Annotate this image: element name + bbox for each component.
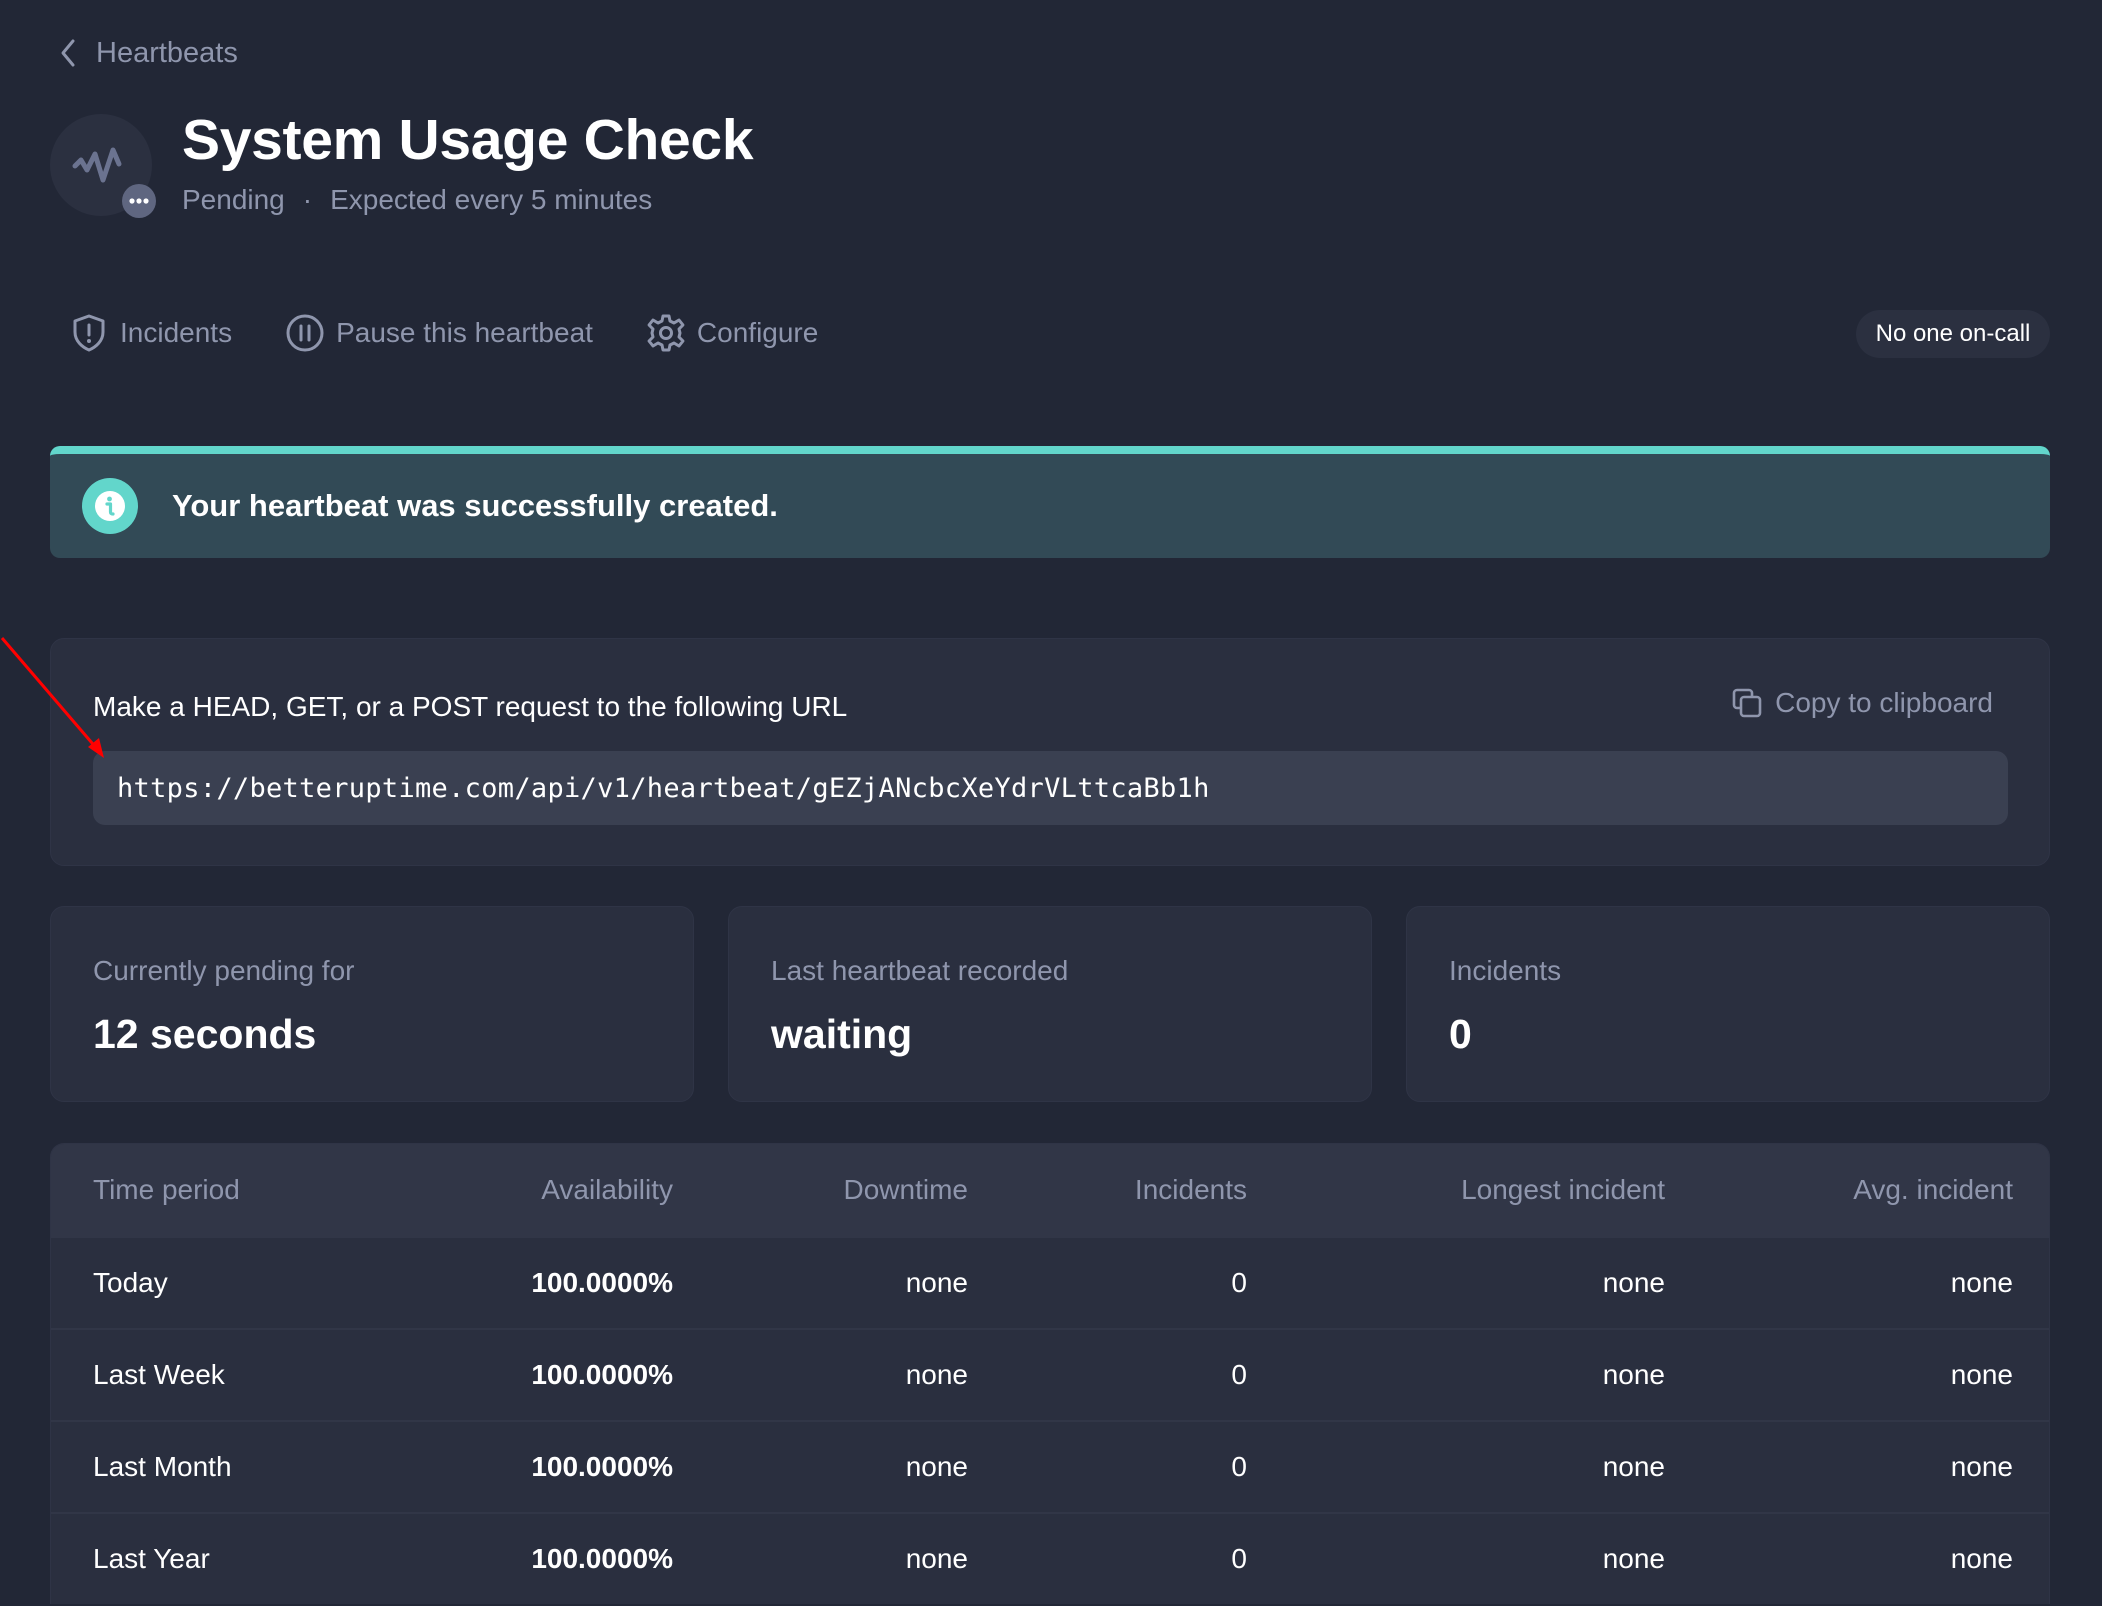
cell-availability: 100.0000%: [531, 1451, 673, 1482]
schedule-text: Expected every 5 minutes: [330, 184, 653, 215]
stat-card-incidents: Incidents 0: [1406, 906, 2050, 1102]
cell-downtime: none: [905, 1267, 968, 1298]
cell-longest-incident: none: [1602, 1451, 1665, 1482]
stat-label: Currently pending for: [93, 955, 355, 986]
table-row: Last Month 100.0000% none 0 none none: [51, 1420, 2049, 1512]
column-header-downtime: Downtime: [843, 1174, 968, 1205]
page-title: System Usage Check: [182, 108, 754, 172]
cell-avg-incident: none: [1950, 1359, 2013, 1390]
column-header-avg-incident: Avg. incident: [1853, 1174, 2013, 1205]
gear-icon: [647, 314, 685, 352]
action-bar: Incidents Pause this heartbeat Configure: [68, 310, 870, 356]
separator: ·: [302, 184, 313, 215]
oncall-status-pill[interactable]: No one on-call: [1856, 310, 2050, 358]
table-body: Today 100.0000% none 0 none none Last We…: [51, 1236, 2049, 1604]
cell-time-period: Last Week: [93, 1359, 225, 1390]
cell-time-period: Last Year: [93, 1543, 210, 1574]
incidents-label: Incidents: [120, 317, 233, 348]
shield-alert-icon: [73, 314, 105, 352]
table-row: Last Week 100.0000% none 0 none none: [51, 1328, 2049, 1420]
success-banner: Your heartbeat was successfully created.: [50, 446, 2050, 558]
stat-card-last-heartbeat: Last heartbeat recorded waiting: [728, 906, 1372, 1102]
stat-label: Last heartbeat recorded: [771, 955, 1069, 986]
table-row: Today 100.0000% none 0 none none: [51, 1236, 2049, 1328]
pause-label: Pause this heartbeat: [336, 317, 593, 348]
configure-label: Configure: [696, 317, 819, 348]
column-header-longest-incident: Longest incident: [1461, 1174, 1665, 1205]
table-header-row: Time period Availability Downtime Incide…: [51, 1144, 2049, 1236]
cell-incidents: 0: [1231, 1543, 1247, 1574]
column-header-availability: Availability: [541, 1174, 673, 1205]
column-header-incidents: Incidents: [1134, 1174, 1247, 1205]
pause-circle-icon: [286, 314, 324, 352]
cell-avg-incident: none: [1950, 1267, 2013, 1298]
cell-incidents: 0: [1231, 1359, 1247, 1390]
cell-longest-incident: none: [1602, 1267, 1665, 1298]
cell-avg-incident: none: [1950, 1543, 2013, 1574]
oncall-label: No one on-call: [1875, 320, 2031, 347]
stat-label: Incidents: [1449, 955, 1562, 986]
chevron-left-icon: [61, 39, 75, 67]
pulse-icon: [72, 147, 122, 183]
cell-time-period: Last Month: [93, 1451, 232, 1482]
status-badge: [122, 184, 156, 218]
column-header-time-period: Time period: [93, 1174, 240, 1205]
banner-message: Your heartbeat was successfully created.: [172, 488, 778, 523]
pause-heartbeat-button[interactable]: Pause this heartbeat: [284, 312, 593, 354]
stat-value: 12 seconds: [93, 1011, 317, 1057]
copy-icon: [1732, 688, 1762, 718]
cell-availability: 100.0000%: [531, 1543, 673, 1574]
cell-longest-incident: none: [1602, 1543, 1665, 1574]
stat-value: 0: [1449, 1011, 1472, 1057]
heartbeat-url-card: Make a HEAD, GET, or a POST request to t…: [50, 638, 2050, 866]
more-dots-icon: [129, 198, 149, 204]
copy-to-clipboard-button[interactable]: Copy to clipboard: [1731, 687, 1993, 719]
back-link-heartbeats[interactable]: Heartbeats: [56, 36, 238, 70]
stat-card-pending: Currently pending for 12 seconds: [50, 906, 694, 1102]
info-icon: [82, 478, 138, 534]
info-glyph: [95, 491, 125, 521]
status-text: Pending: [182, 184, 285, 215]
heartbeat-url-field[interactable]: https://betteruptime.com/api/v1/heartbea…: [93, 751, 2008, 825]
stats-row: Currently pending for 12 seconds Last he…: [50, 906, 2050, 1102]
back-link-label: Heartbeats: [96, 36, 238, 69]
cell-downtime: none: [905, 1359, 968, 1390]
stat-value: waiting: [771, 1011, 913, 1057]
availability-table: Time period Availability Downtime Incide…: [50, 1143, 2050, 1604]
cell-incidents: 0: [1231, 1267, 1247, 1298]
cell-downtime: none: [905, 1543, 968, 1574]
cell-time-period: Today: [93, 1267, 168, 1298]
cell-availability: 100.0000%: [531, 1359, 673, 1390]
cell-longest-incident: none: [1602, 1359, 1665, 1390]
cell-availability: 100.0000%: [531, 1267, 673, 1298]
cell-incidents: 0: [1231, 1451, 1247, 1482]
incidents-button[interactable]: Incidents: [68, 312, 232, 354]
url-instructions: Make a HEAD, GET, or a POST request to t…: [93, 691, 848, 722]
copy-label: Copy to clipboard: [1775, 687, 1993, 718]
heartbeat-avatar: [50, 114, 156, 218]
cell-avg-incident: none: [1950, 1451, 2013, 1482]
cell-downtime: none: [905, 1451, 968, 1482]
configure-button[interactable]: Configure: [645, 312, 818, 354]
table-row: Last Year 100.0000% none 0 none none: [51, 1512, 2049, 1604]
subtitle: Pending · Expected every 5 minutes: [182, 184, 652, 216]
